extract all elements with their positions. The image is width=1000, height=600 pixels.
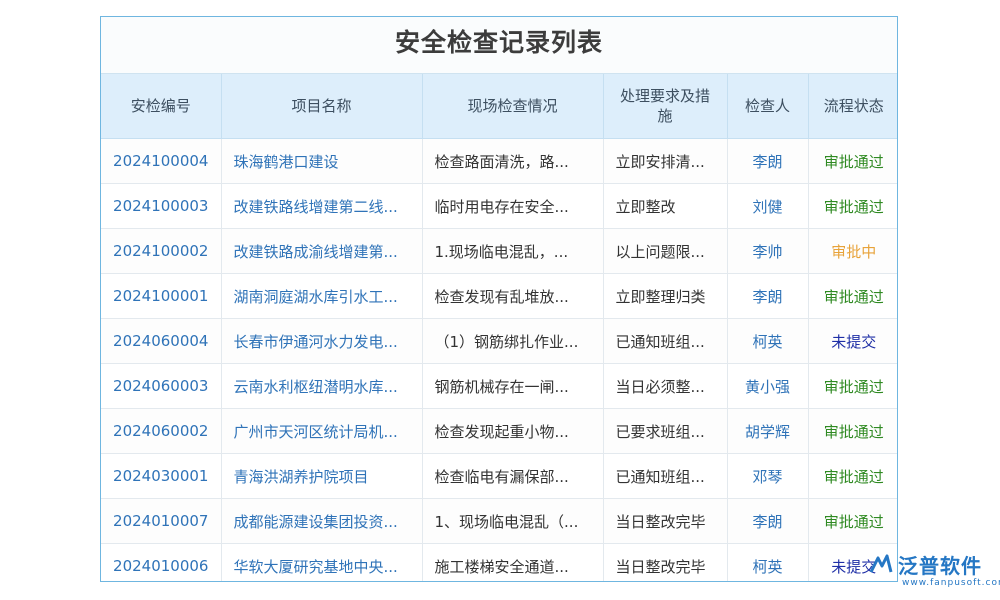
column-header-inspection[interactable]: 现场检查情况 bbox=[422, 74, 604, 139]
record-id-link[interactable]: 2024100002 bbox=[101, 228, 222, 274]
inspector-cell[interactable]: 李朗 bbox=[727, 498, 809, 544]
measures-cell: 已要求班组... bbox=[603, 408, 728, 454]
measures-cell: 当日整改完毕 bbox=[603, 543, 728, 581]
project-name-link[interactable]: 青海洪湖养护院项目 bbox=[221, 453, 423, 499]
table-row[interactable]: 2024060002 广州市天河区统计局机... 检查发现起重小物... 已要求班组.… bbox=[101, 408, 897, 454]
inspection-cell: （1）钢筋绑扎作业... bbox=[422, 318, 604, 364]
inspection-cell: 1、现场临电混乱（... bbox=[422, 498, 604, 544]
measures-cell: 当日必须整... bbox=[603, 363, 728, 409]
record-id-link[interactable]: 2024060002 bbox=[101, 408, 222, 454]
status-cell: 审批中 bbox=[808, 228, 897, 274]
project-name-link[interactable]: 长春市伊通河水力发电... bbox=[221, 318, 423, 364]
status-cell: 未提交 bbox=[808, 318, 897, 364]
table-row[interactable]: 2024100004 珠海鹤港口建设 检查路面清洗，路... 立即安排清... 李朗 审批… bbox=[101, 138, 897, 184]
measures-cell: 立即整改 bbox=[603, 183, 728, 229]
table-row[interactable]: 2024100002 改建铁路成渝线增建第... 1.现场临电混乱，... 以上问题限… bbox=[101, 228, 897, 274]
inspector-cell[interactable]: 李朗 bbox=[727, 138, 809, 184]
records-table: 安检编号 项目名称 现场检查情况 处理要求及措施 检查人 流程状态 202410… bbox=[101, 74, 897, 581]
table-body: 2024100004 珠海鹤港口建设 检查路面清洗，路... 立即安排清... 李朗 审批… bbox=[101, 138, 897, 581]
inspection-cell: 检查路面清洗，路... bbox=[422, 138, 604, 184]
brand-name: 泛普软件 bbox=[898, 554, 982, 578]
project-name-link[interactable]: 成都能源建设集团投资... bbox=[221, 498, 423, 544]
table-row[interactable]: 2024100001 湖南洞庭湖水库引水工... 检查发现有乱堆放... 立即整理归类… bbox=[101, 273, 897, 319]
column-header-project[interactable]: 项目名称 bbox=[221, 74, 423, 139]
table-row[interactable]: 2024030001 青海洪湖养护院项目 检查临电有漏保部... 已通知班组... 邓琴… bbox=[101, 453, 897, 499]
inspector-cell[interactable]: 邓琴 bbox=[727, 453, 809, 499]
project-name-link[interactable]: 改建铁路线增建第二线... bbox=[221, 183, 423, 229]
inspector-cell[interactable]: 柯英 bbox=[727, 543, 809, 581]
table-row[interactable]: 2024100003 改建铁路线增建第二线... 临时用电存在安全... 立即整改 刘健… bbox=[101, 183, 897, 229]
measures-cell: 已通知班组... bbox=[603, 453, 728, 499]
column-header-inspector[interactable]: 检查人 bbox=[727, 74, 809, 139]
record-id-link[interactable]: 2024060004 bbox=[101, 318, 222, 364]
project-name-link[interactable]: 改建铁路成渝线增建第... bbox=[221, 228, 423, 274]
record-id-link[interactable]: 2024010007 bbox=[101, 498, 222, 544]
inspector-cell[interactable]: 柯英 bbox=[727, 318, 809, 364]
record-id-link[interactable]: 2024100001 bbox=[101, 273, 222, 319]
measures-cell: 立即整理归类 bbox=[603, 273, 728, 319]
status-cell: 审批通过 bbox=[808, 273, 897, 319]
record-id-link[interactable]: 2024100004 bbox=[101, 138, 222, 184]
status-cell: 审批通过 bbox=[808, 138, 897, 184]
record-id-link[interactable]: 2024100003 bbox=[101, 183, 222, 229]
table-header-row: 安检编号 项目名称 现场检查情况 处理要求及措施 检查人 流程状态 bbox=[101, 74, 897, 139]
table-row[interactable]: 2024060003 云南水利枢纽潜明水库... 钢筋机械存在一闸... 当日必须整.… bbox=[101, 363, 897, 409]
column-header-status[interactable]: 流程状态 bbox=[808, 74, 897, 139]
record-id-link[interactable]: 2024060003 bbox=[101, 363, 222, 409]
inspector-cell[interactable]: 黄小强 bbox=[727, 363, 809, 409]
measures-cell: 以上问题限... bbox=[603, 228, 728, 274]
measures-cell: 已通知班组... bbox=[603, 318, 728, 364]
inspector-cell[interactable]: 李帅 bbox=[727, 228, 809, 274]
brand-watermark: 泛普软件 www.fanpusoft.com bbox=[866, 548, 1000, 592]
project-name-link[interactable]: 华软大厦研究基地中央... bbox=[221, 543, 423, 581]
status-cell: 审批通过 bbox=[808, 498, 897, 544]
brand-logo-icon bbox=[869, 554, 893, 573]
status-cell: 审批通过 bbox=[808, 453, 897, 499]
inspection-cell: 临时用电存在安全... bbox=[422, 183, 604, 229]
records-panel: 安全检查记录列表 安检编号 项目名称 现场检查情况 处理要求及措施 检查人 流程… bbox=[100, 16, 898, 582]
inspection-cell: 检查发现起重小物... bbox=[422, 408, 604, 454]
inspector-cell[interactable]: 胡学辉 bbox=[727, 408, 809, 454]
inspection-cell: 钢筋机械存在一闸... bbox=[422, 363, 604, 409]
project-name-link[interactable]: 珠海鹤港口建设 bbox=[221, 138, 423, 184]
status-cell: 审批通过 bbox=[808, 408, 897, 454]
column-header-id[interactable]: 安检编号 bbox=[101, 74, 222, 139]
page-title: 安全检查记录列表 bbox=[101, 17, 897, 74]
table-row[interactable]: 2024010006 华软大厦研究基地中央... 施工楼梯安全通道... 当日整改完毕… bbox=[101, 543, 897, 581]
inspection-cell: 检查临电有漏保部... bbox=[422, 453, 604, 499]
project-name-link[interactable]: 广州市天河区统计局机... bbox=[221, 408, 423, 454]
project-name-link[interactable]: 云南水利枢纽潜明水库... bbox=[221, 363, 423, 409]
brand-url: www.fanpusoft.com bbox=[902, 578, 1000, 588]
measures-cell: 当日整改完毕 bbox=[603, 498, 728, 544]
column-header-measures[interactable]: 处理要求及措施 bbox=[603, 74, 728, 139]
status-cell: 审批通过 bbox=[808, 183, 897, 229]
inspector-cell[interactable]: 李朗 bbox=[727, 273, 809, 319]
inspector-cell[interactable]: 刘健 bbox=[727, 183, 809, 229]
measures-cell: 立即安排清... bbox=[603, 138, 728, 184]
inspection-cell: 1.现场临电混乱，... bbox=[422, 228, 604, 274]
table-row[interactable]: 2024060004 长春市伊通河水力发电... （1）钢筋绑扎作业... 已通知班组… bbox=[101, 318, 897, 364]
inspection-cell: 施工楼梯安全通道... bbox=[422, 543, 604, 581]
inspection-cell: 检查发现有乱堆放... bbox=[422, 273, 604, 319]
record-id-link[interactable]: 2024030001 bbox=[101, 453, 222, 499]
status-cell: 审批通过 bbox=[808, 363, 897, 409]
record-id-link[interactable]: 2024010006 bbox=[101, 543, 222, 581]
project-name-link[interactable]: 湖南洞庭湖水库引水工... bbox=[221, 273, 423, 319]
table-row[interactable]: 2024010007 成都能源建设集团投资... 1、现场临电混乱（... 当日整改完… bbox=[101, 498, 897, 544]
